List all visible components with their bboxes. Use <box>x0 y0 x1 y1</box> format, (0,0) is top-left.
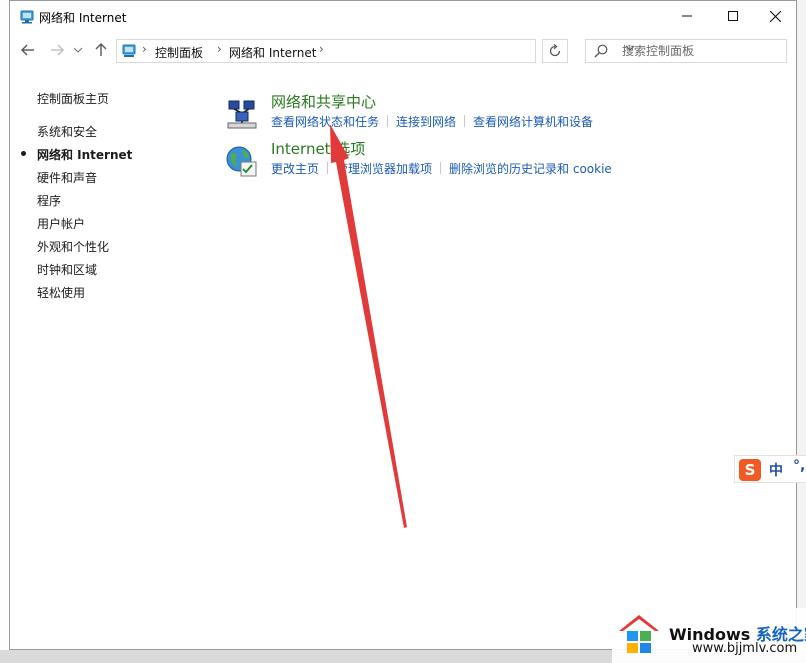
refresh-icon <box>549 44 561 57</box>
close-button[interactable] <box>752 1 798 31</box>
up-button[interactable] <box>92 41 110 59</box>
recent-locations-button[interactable] <box>72 41 84 59</box>
link-change-homepage[interactable]: 更改主页 <box>271 162 319 176</box>
breadcrumb-control-panel[interactable]: 控制面板 <box>155 44 203 61</box>
breadcrumb-network-internet[interactable]: 网络和 Internet <box>229 44 316 61</box>
control-panel-window: 网络和 Internet › 控制面板 › 网络和 Internet › 搜索控… <box>9 0 797 650</box>
search-icon <box>594 44 608 58</box>
search-input[interactable] <box>622 42 772 60</box>
window-title: 网络和 Internet <box>39 11 127 25</box>
sidebar-item-ease-of-access[interactable]: 轻松使用 <box>37 284 85 301</box>
chevron-right-icon: › <box>142 42 147 56</box>
chevron-right-icon[interactable]: › <box>217 42 222 56</box>
chevron-down-icon <box>74 47 82 53</box>
link-manage-addons[interactable]: 管理浏览器加载项 <box>336 162 432 176</box>
sidebar-item-clock-region[interactable]: 时钟和区域 <box>37 261 97 278</box>
minimize-button[interactable] <box>664 1 710 31</box>
sidebar-item-system-security[interactable]: 系统和安全 <box>37 123 97 140</box>
background-right-window <box>797 0 806 663</box>
watermark-url: www.bjjmlv.com <box>692 641 798 656</box>
minimize-icon <box>682 15 692 17</box>
link-separator <box>440 162 442 174</box>
house-windows-logo-icon <box>619 615 659 653</box>
sogou-logo-icon: S <box>739 459 761 481</box>
maximize-button[interactable] <box>710 1 756 31</box>
ime-status-bar[interactable]: S 中 °, <box>734 455 806 483</box>
active-bullet-icon <box>21 151 26 156</box>
back-arrow-icon <box>21 44 34 56</box>
title-bar: 网络和 Internet <box>10 1 796 33</box>
network-sharing-icon <box>227 100 257 129</box>
link-separator <box>327 162 329 174</box>
maximize-icon <box>728 11 738 21</box>
link-view-network-computers[interactable]: 查看网络计算机和设备 <box>473 115 593 129</box>
ime-mode-indicator[interactable]: 中 <box>769 460 783 480</box>
navigation-bar: › 控制面板 › 网络和 Internet › <box>10 35 796 67</box>
link-connect-to-network[interactable]: 连接到网络 <box>396 115 456 129</box>
category-links-network-sharing: 查看网络状态和任务 连接到网络 查看网络计算机和设备 <box>271 113 593 130</box>
link-delete-browsing-history[interactable]: 删除浏览的历史记录和 cookie <box>449 162 612 176</box>
ime-punctuation-indicator[interactable]: °, <box>793 458 805 474</box>
watermark: Windows 系统之家 www.bjjmlv.com <box>612 608 806 663</box>
chevron-right-icon[interactable]: › <box>319 42 324 56</box>
back-button[interactable] <box>19 41 37 59</box>
search-box[interactable] <box>585 39 787 63</box>
up-arrow-icon <box>95 43 107 56</box>
forward-arrow-icon <box>51 44 64 56</box>
link-separator <box>387 115 389 127</box>
control-panel-icon <box>20 10 34 24</box>
sidebar-item-programs[interactable]: 程序 <box>37 192 61 209</box>
category-title-internet-options[interactable]: Internet 选项 <box>271 138 365 159</box>
sidebar-item-hardware-sound[interactable]: 硬件和声音 <box>37 169 97 186</box>
refresh-button[interactable] <box>542 39 568 63</box>
sidebar-item-user-accounts[interactable]: 用户帐户 <box>37 215 85 232</box>
sidebar-item-network-internet[interactable]: 网络和 Internet <box>37 146 132 163</box>
address-bar[interactable]: › 控制面板 › 网络和 Internet › <box>116 39 635 63</box>
link-separator <box>464 115 466 127</box>
link-view-network-status[interactable]: 查看网络状态和任务 <box>271 115 379 129</box>
sidebar-item-control-panel-home[interactable]: 控制面板主页 <box>37 90 109 107</box>
internet-options-icon <box>226 146 257 177</box>
close-icon <box>769 10 781 22</box>
category-links-internet-options: 更改主页 管理浏览器加载项 删除浏览的历史记录和 cookie <box>271 160 612 177</box>
control-panel-location-icon <box>122 44 136 57</box>
category-title-network-sharing[interactable]: 网络和共享中心 <box>271 91 376 112</box>
sidebar-item-appearance[interactable]: 外观和个性化 <box>37 238 109 255</box>
forward-button[interactable] <box>48 41 66 59</box>
